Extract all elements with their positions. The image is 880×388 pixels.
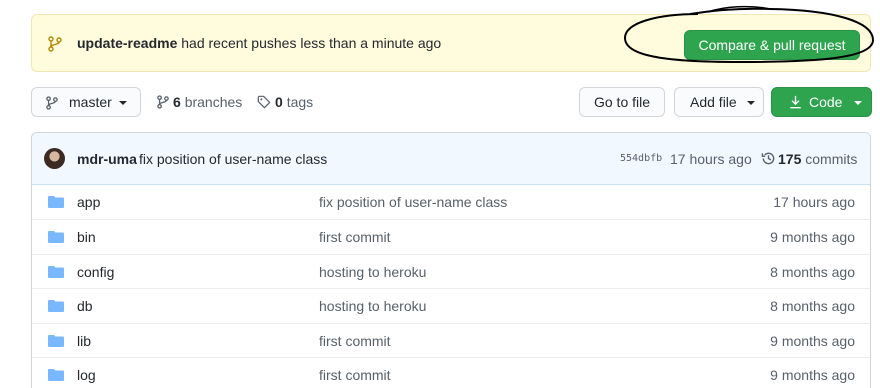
- folder-icon: [48, 368, 64, 381]
- file-age: 8 months ago: [770, 263, 855, 280]
- folder-icon: [48, 334, 64, 347]
- commit-author[interactable]: mdr-uma: [77, 151, 137, 167]
- git-branch-icon: [157, 95, 169, 109]
- avatar[interactable]: [44, 148, 65, 169]
- file-row: db hosting to heroku 8 months ago: [32, 288, 870, 322]
- tags-count: 0: [275, 94, 283, 110]
- code-button[interactable]: Code: [771, 87, 872, 117]
- commit-time: 17 hours ago: [670, 151, 752, 167]
- branch-select-button[interactable]: master: [31, 87, 141, 117]
- file-row: lib first commit 9 months ago: [32, 322, 870, 357]
- file-commit-message[interactable]: fix position of user-name class: [319, 194, 507, 210]
- file-row: bin first commit 9 months ago: [32, 219, 870, 253]
- banner-text: had recent pushes less than a minute ago: [181, 35, 442, 51]
- file-commit-message[interactable]: hosting to heroku: [319, 264, 426, 280]
- banner-message: update-readme had recent pushes less tha…: [77, 35, 441, 51]
- commit-message[interactable]: fix position of user-name class: [139, 151, 327, 167]
- file-age: 8 months ago: [770, 298, 855, 315]
- caret-down-icon: [854, 101, 863, 106]
- file-name[interactable]: db: [77, 298, 93, 314]
- git-branch-icon: [46, 96, 58, 110]
- file-commit-message[interactable]: first commit: [319, 367, 391, 383]
- file-age: 9 months ago: [770, 366, 855, 383]
- file-list: app fix position of user-name class 17 h…: [32, 185, 870, 388]
- file-commit-message[interactable]: hosting to heroku: [319, 298, 426, 314]
- file-name[interactable]: app: [77, 194, 100, 210]
- repo-toolbar: master 6 branches 0 tags Go to file Add …: [31, 87, 872, 118]
- compare-pull-request-button[interactable]: Compare & pull request: [684, 30, 860, 60]
- commit-count-label: commits: [805, 151, 858, 167]
- caret-down-icon: [746, 101, 755, 106]
- file-name[interactable]: bin: [77, 229, 96, 245]
- file-row: config hosting to heroku 8 months ago: [32, 253, 870, 288]
- branches-label: branches: [184, 94, 243, 110]
- file-name[interactable]: lib: [77, 333, 91, 349]
- file-age: 9 months ago: [770, 332, 855, 349]
- caret-down-icon: [119, 101, 127, 105]
- commits-link[interactable]: 175 commits: [761, 151, 857, 167]
- recent-push-banner: update-readme had recent pushes less tha…: [31, 14, 871, 72]
- folder-icon: [48, 265, 64, 278]
- download-icon: [790, 95, 801, 109]
- tags-label: tags: [286, 94, 314, 110]
- file-browser: mdr-uma fix position of user-name class …: [31, 132, 871, 388]
- add-file-button[interactable]: Add file: [674, 87, 764, 117]
- file-commit-message[interactable]: first commit: [319, 333, 391, 349]
- go-to-file-button[interactable]: Go to file: [579, 87, 665, 117]
- latest-commit-bar: mdr-uma fix position of user-name class …: [32, 133, 870, 185]
- file-commit-message[interactable]: first commit: [319, 229, 391, 245]
- file-name[interactable]: log: [77, 367, 96, 383]
- commit-sha[interactable]: 554dbfb: [620, 153, 662, 164]
- branches-count: 6: [173, 94, 181, 110]
- file-name[interactable]: config: [77, 264, 114, 280]
- folder-icon: [48, 196, 64, 208]
- folder-icon: [48, 300, 64, 313]
- file-row: log first commit 9 months ago: [32, 356, 870, 388]
- branches-link[interactable]: 6 branches: [157, 87, 242, 117]
- tag-icon: [257, 95, 271, 109]
- tags-link[interactable]: 0 tags: [257, 87, 313, 117]
- file-age: 17 hours ago: [773, 194, 855, 210]
- git-branch-icon: [48, 36, 62, 52]
- commit-count: 175: [778, 151, 802, 167]
- branch-select-label: master: [69, 94, 112, 110]
- add-file-label: Add file: [690, 94, 737, 110]
- file-age: 9 months ago: [770, 229, 855, 246]
- history-icon: [761, 152, 775, 165]
- file-row: app fix position of user-name class 17 h…: [32, 185, 870, 219]
- code-label: Code: [809, 94, 843, 110]
- folder-icon: [48, 231, 64, 244]
- pushed-branch-name[interactable]: update-readme: [77, 35, 177, 51]
